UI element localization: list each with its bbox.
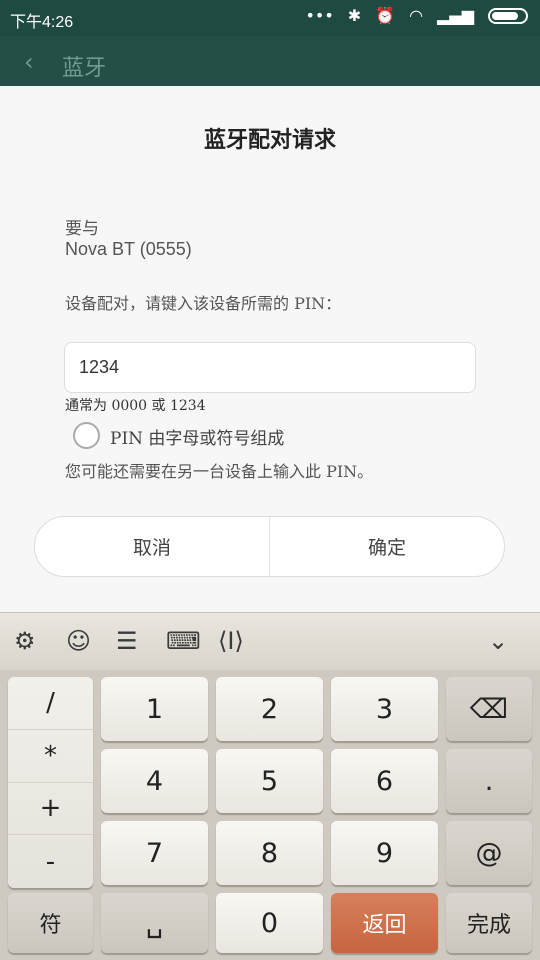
keyboard-toolbar: ⚙ ☺ ☰ ⌨ ⟨I⟩ ⌄ (0, 612, 540, 670)
space-icon: ␣ (145, 907, 164, 939)
dots-icon: ••• (305, 6, 334, 25)
confirm-button[interactable]: 确定 (269, 517, 504, 576)
cancel-button[interactable]: 取消 (35, 517, 269, 576)
key-asterisk[interactable]: * (8, 730, 93, 783)
bluetooth-icon: ✱ (347, 6, 362, 25)
numeric-keyboard: / * + - 1 2 3 ⌫ 4 5 6 . 7 8 9 @ 符 ␣ 0 返回… (0, 670, 540, 960)
backspace-icon: ⌫ (469, 693, 509, 725)
status-bar: 下午4:26 ••• ✱ ⏰ ◠ ▂▄▆ (0, 0, 540, 36)
key-1[interactable]: 1 (101, 677, 208, 741)
app-title: 蓝牙 (62, 56, 107, 81)
emoji-icon[interactable]: ☺ (66, 627, 91, 655)
key-3[interactable]: 3 (331, 677, 438, 741)
key-plus[interactable]: + (8, 783, 93, 836)
key-minus[interactable]: - (8, 835, 93, 888)
return-key[interactable]: 返回 (331, 893, 438, 953)
device-name: Nova BT (0555) (65, 239, 192, 259)
dialog-title: 蓝牙配对请求 (203, 127, 336, 153)
symbol-column: / * + - (8, 677, 93, 888)
status-time: 下午4:26 (10, 14, 74, 31)
keyboard-icon[interactable]: ⌨ (166, 627, 201, 655)
radio-label[interactable]: PIN 由字母或符号组成 (110, 424, 284, 449)
pair-with-label: 要与 (65, 219, 99, 239)
alphanumeric-pin-radio[interactable] (73, 422, 100, 449)
key-2[interactable]: 2 (216, 677, 323, 741)
alarm-icon: ⏰ (375, 6, 396, 25)
done-key[interactable]: 完成 (446, 893, 532, 953)
key-8[interactable]: 8 (216, 821, 323, 885)
key-6[interactable]: 6 (331, 749, 438, 813)
key-slash[interactable]: / (8, 677, 93, 730)
chevron-down-icon[interactable]: ⌄ (488, 627, 508, 655)
key-at[interactable]: @ (446, 821, 532, 885)
cursor-icon[interactable]: ⟨I⟩ (218, 627, 244, 655)
signal-icon: ▂▄▆ (437, 6, 474, 25)
symbol-key[interactable]: 符 (8, 893, 93, 953)
status-icons: ••• ✱ ⏰ ◠ ▂▄▆ (305, 6, 528, 25)
pin-input[interactable] (64, 342, 476, 393)
pairing-dialog: 蓝牙配对请求 要与 Nova BT (0555) 设备配对，请键入该设备所需的 … (0, 86, 540, 612)
space-key[interactable]: ␣ (101, 893, 208, 953)
key-7[interactable]: 7 (101, 821, 208, 885)
dialog-buttons: 取消 确定 (34, 516, 505, 577)
wifi-icon: ◠ (409, 6, 424, 25)
key-5[interactable]: 5 (216, 749, 323, 813)
note-text: 您可能还需要在另一台设备上输入此 PIN。 (65, 462, 374, 481)
instruction-text: 设备配对，请键入该设备所需的 PIN： (65, 294, 342, 313)
back-arrow-icon[interactable]: ‹ (24, 48, 34, 76)
key-dot[interactable]: . (446, 749, 532, 813)
backspace-key[interactable]: ⌫ (446, 677, 532, 741)
app-bar: ‹ 蓝牙 (0, 36, 540, 86)
key-9[interactable]: 9 (331, 821, 438, 885)
battery-icon (488, 7, 528, 24)
gear-icon[interactable]: ⚙ (14, 627, 36, 655)
pin-hint: 通常为 0000 或 1234 (65, 398, 206, 414)
key-0[interactable]: 0 (216, 893, 323, 953)
clipboard-icon[interactable]: ☰ (116, 627, 138, 655)
key-4[interactable]: 4 (101, 749, 208, 813)
